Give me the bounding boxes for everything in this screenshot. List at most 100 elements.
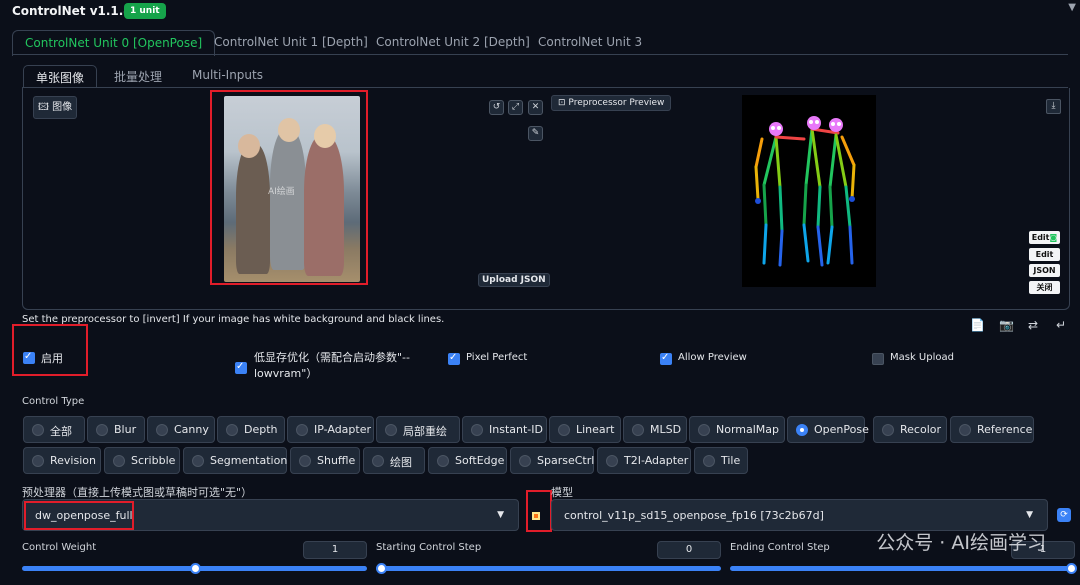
radio-label: Recolor	[900, 423, 942, 436]
collapse-icon[interactable]: ▼	[1068, 2, 1076, 13]
control-type-canny[interactable]: Canny	[147, 416, 215, 443]
preprocessor-preview-button[interactable]: ⊡ Preprocessor Preview	[551, 95, 672, 111]
image-label: 🖾 图像	[33, 96, 78, 119]
pixel-perfect-checkbox[interactable]	[448, 352, 460, 365]
control-type-scribble[interactable]: Scribble	[104, 447, 180, 474]
control-type-drawing[interactable]: 绘图	[363, 447, 425, 474]
ending-step-thumb[interactable]	[1066, 563, 1077, 574]
radio-label: OpenPose	[814, 423, 869, 436]
tab-multi-inputs[interactable]: Multi-Inputs	[180, 65, 275, 87]
radio-dot	[32, 455, 44, 467]
photo-watermark: AI绘画	[268, 187, 295, 197]
control-type-sparsectrl[interactable]: SparseCtrl	[510, 447, 594, 474]
camera-icon[interactable]: 📷	[999, 318, 1014, 332]
radio-label: Reference	[977, 423, 1033, 436]
control-type-instant-id[interactable]: Instant-ID	[462, 416, 547, 443]
radio-label: SoftEdge	[455, 454, 505, 467]
radio-label: Lineart	[576, 423, 615, 436]
radio-dot	[698, 424, 710, 436]
download-icon[interactable]: ⤓	[1046, 99, 1061, 114]
image-icon: 🖾	[38, 102, 49, 113]
control-type-openpose[interactable]: OpenPose	[787, 416, 869, 443]
preprocessor-label: 预处理器（直接上传模式图或草稿时可选"无"）	[22, 486, 253, 499]
mask-upload-label: Mask Upload	[890, 352, 954, 363]
allow-preview-checkbox[interactable]	[660, 352, 672, 365]
control-type-inpaint[interactable]: 局部重绘	[376, 416, 460, 443]
radio-label: Revision	[50, 454, 96, 467]
send-size-icon[interactable]: ↵	[1056, 318, 1066, 332]
control-type-recolor[interactable]: Recolor	[873, 416, 947, 443]
radio-label: Instant-ID	[489, 423, 543, 436]
tab-unit-0[interactable]: ControlNet Unit 0 [OpenPose]	[12, 30, 216, 56]
tab-unit-2[interactable]: ControlNet Unit 2 [Depth]	[364, 30, 542, 54]
control-weight-input[interactable]: 1	[303, 541, 367, 559]
close-icon[interactable]: ✕	[528, 100, 543, 115]
radio-label: 全部	[50, 425, 72, 438]
control-type-tile[interactable]: Tile	[694, 447, 748, 474]
expand-icon[interactable]: ⤢	[508, 100, 523, 115]
undo-icon[interactable]: ↺	[489, 100, 504, 115]
radio-dot	[385, 424, 397, 436]
enable-label: 启用	[41, 352, 63, 365]
tab-single-image[interactable]: 单张图像	[23, 65, 98, 87]
run-preprocessor-icon[interactable]	[532, 512, 540, 520]
swap-icon[interactable]: ⇄	[1028, 318, 1038, 332]
starting-step-label: Starting Control Step	[376, 542, 482, 553]
enable-checkbox[interactable]	[23, 351, 35, 364]
starting-step-input[interactable]: 0	[657, 541, 721, 559]
control-type-ip-adapter[interactable]: IP-Adapter	[287, 416, 374, 443]
radio-dot	[226, 424, 238, 436]
control-type-revision[interactable]: Revision	[23, 447, 101, 474]
model-dropdown[interactable]: control_v11p_sd15_openpose_fp16 [73c2b67…	[551, 499, 1048, 531]
json-button[interactable]: JSON	[1029, 264, 1060, 277]
mask-upload-checkbox[interactable]	[872, 353, 884, 365]
radio-dot	[471, 424, 483, 436]
control-type-shuffle[interactable]: Shuffle	[290, 447, 360, 474]
ending-step-slider[interactable]	[730, 566, 1075, 571]
upload-json-button[interactable]: Upload JSON	[478, 273, 550, 287]
control-type-reference[interactable]: Reference	[950, 416, 1034, 443]
preprocessor-highlight	[24, 501, 134, 530]
radio-label: Canny	[174, 423, 209, 436]
lowvram-checkbox[interactable]	[235, 361, 247, 374]
radio-dot	[882, 424, 894, 436]
radio-dot	[296, 424, 308, 436]
chevron-down-icon: ▼	[1026, 510, 1033, 520]
edit-button[interactable]: Edit	[1029, 248, 1060, 261]
radio-label: Shuffle	[317, 454, 356, 467]
tab-unit-3[interactable]: ControlNet Unit 3	[526, 30, 654, 54]
tab-unit-1[interactable]: ControlNet Unit 1 [Depth]	[202, 30, 380, 54]
refresh-icon[interactable]: ⟳	[1057, 508, 1071, 522]
control-type-depth[interactable]: Depth	[217, 416, 285, 443]
preview-icon: ⊡	[558, 98, 566, 108]
radio-dot	[32, 424, 44, 436]
model-label: 模型	[551, 486, 573, 499]
radio-dot	[606, 455, 618, 467]
control-type-softedge[interactable]: SoftEdge	[428, 447, 507, 474]
tab-batch[interactable]: 批量处理	[102, 65, 174, 87]
control-type-mlsd[interactable]: MLSD	[623, 416, 687, 443]
new-canvas-icon[interactable]: 📄	[970, 318, 985, 332]
control-type-row-2: Revision Scribble Segmentation Shuffle 绘…	[0, 447, 1080, 475]
ending-step-label: Ending Control Step	[730, 542, 830, 553]
input-image[interactable]: AI绘画	[224, 96, 360, 282]
edit-openpose-button[interactable]: Edit◙	[1029, 231, 1060, 244]
radio-label: Segmentation	[210, 454, 288, 467]
radio-label: SparseCtrl	[537, 454, 595, 467]
close-preview-button[interactable]: 关闭	[1029, 281, 1060, 294]
unit-count-badge: 1 unit	[124, 3, 166, 19]
radio-dot	[703, 455, 715, 467]
control-type-lineart[interactable]: Lineart	[549, 416, 621, 443]
control-type-all[interactable]: 全部	[23, 416, 85, 443]
control-type-t2i-adapter[interactable]: T2I-Adapter	[597, 447, 691, 474]
control-type-segmentation[interactable]: Segmentation	[183, 447, 287, 474]
control-type-normalmap[interactable]: NormalMap	[689, 416, 785, 443]
control-type-blur[interactable]: Blur	[87, 416, 145, 443]
radio-dot	[192, 455, 204, 467]
starting-step-thumb[interactable]	[376, 563, 387, 574]
control-weight-thumb[interactable]	[190, 563, 201, 574]
starting-step-slider[interactable]	[376, 566, 721, 571]
brush-icon[interactable]: ✎	[528, 126, 543, 141]
radio-dot-selected	[796, 424, 808, 436]
image-label-text: 图像	[52, 102, 73, 113]
